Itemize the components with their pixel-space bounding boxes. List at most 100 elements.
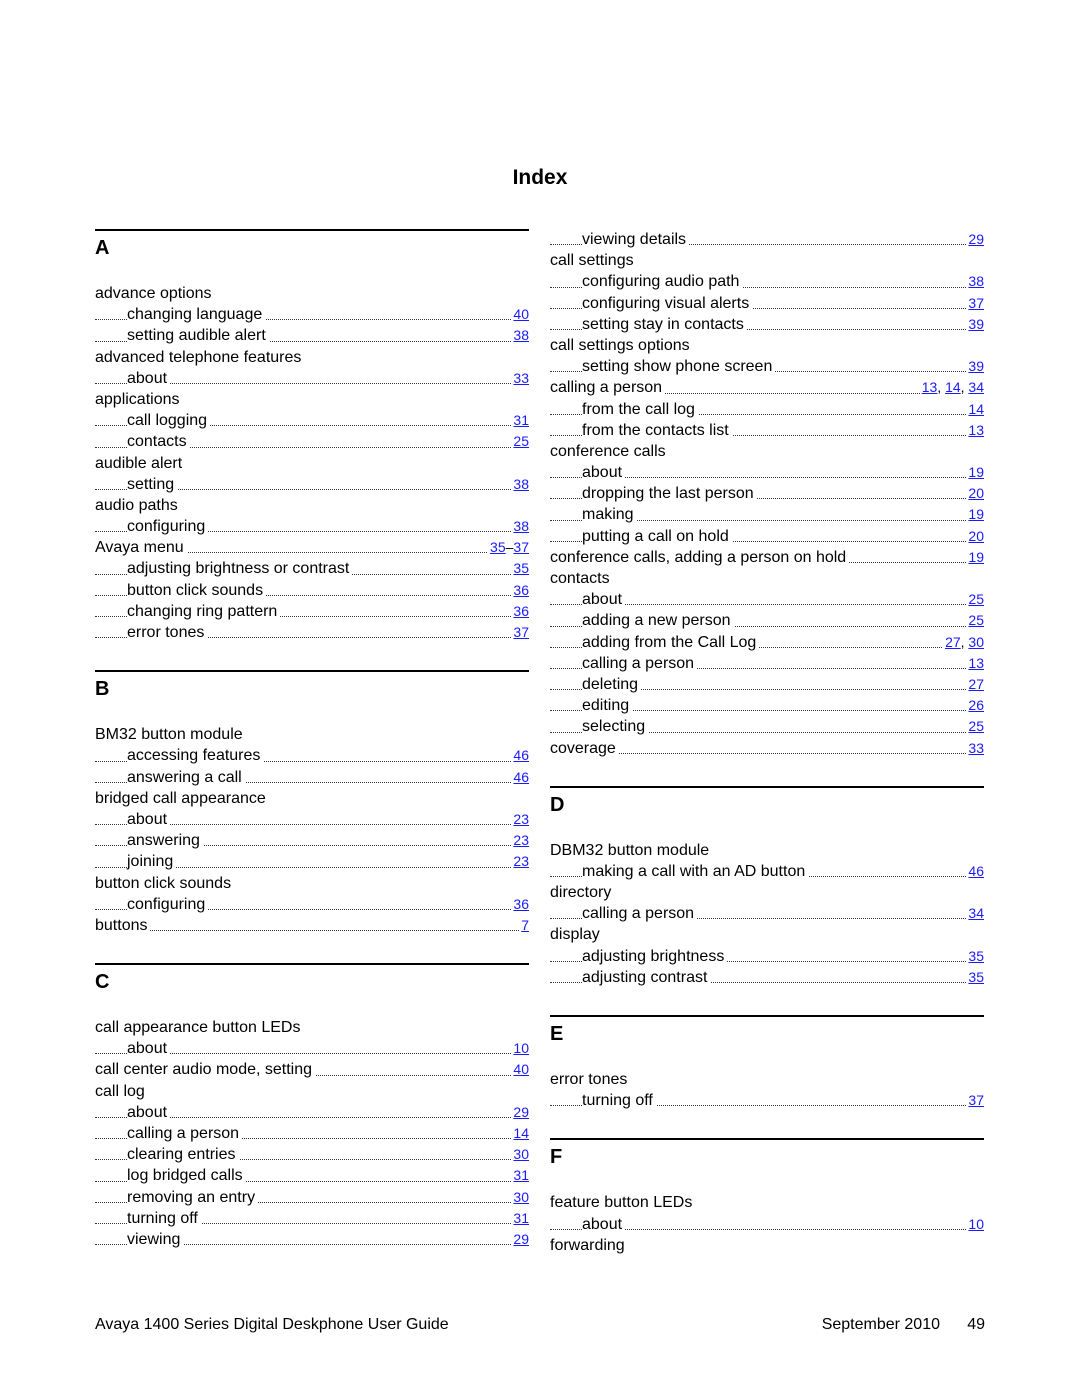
- index-section-c: Ccall appearance button LEDs about 10 call …: [95, 936, 529, 1250]
- page-link[interactable]: 20: [968, 528, 984, 544]
- index-subentry: about 29: [95, 1101, 529, 1123]
- page-link[interactable]: 35: [968, 969, 984, 985]
- page-link[interactable]: 37: [968, 1092, 984, 1108]
- index-subentry: joining 23: [95, 851, 529, 873]
- page-link[interactable]: 40: [513, 1061, 529, 1077]
- section-divider: [550, 1138, 984, 1141]
- page-link[interactable]: 31: [513, 1167, 529, 1183]
- entry-label: changing ring pattern: [127, 602, 281, 620]
- page-refs: 23: [511, 830, 529, 852]
- page-refs: 40: [511, 1059, 529, 1081]
- index-subentry: deleting 27: [550, 673, 984, 695]
- page-link[interactable]: 34: [968, 905, 984, 921]
- page-link[interactable]: 30: [513, 1189, 529, 1205]
- entry-label: about: [127, 1040, 171, 1058]
- page-link[interactable]: 40: [513, 306, 529, 322]
- page-link[interactable]: 31: [513, 412, 529, 428]
- page-link[interactable]: 39: [968, 316, 984, 332]
- page-link[interactable]: 14: [513, 1125, 529, 1141]
- entry-label: contacts: [127, 433, 190, 451]
- page-link[interactable]: 39: [968, 358, 984, 374]
- page-link[interactable]: 29: [968, 231, 984, 247]
- page-link[interactable]: 23: [513, 853, 529, 869]
- page-link[interactable]: 36: [513, 603, 529, 619]
- page-link[interactable]: 13: [968, 422, 984, 438]
- entry-label: conference calls: [550, 442, 669, 460]
- page-link[interactable]: 23: [513, 811, 529, 827]
- page-link[interactable]: 19: [968, 506, 984, 522]
- entry-label: from the call log: [582, 400, 698, 418]
- index-subentry: configuring visual alerts 37: [550, 292, 984, 314]
- page-link[interactable]: 7: [521, 917, 529, 933]
- page-refs: 26: [966, 695, 984, 717]
- page-link[interactable]: 25: [968, 612, 984, 628]
- page-link[interactable]: 10: [968, 1216, 984, 1232]
- page-link[interactable]: 31: [513, 1210, 529, 1226]
- page-link[interactable]: 20: [968, 485, 984, 501]
- page-link[interactable]: 38: [968, 273, 984, 289]
- page-link[interactable]: 38: [513, 518, 529, 534]
- page-link[interactable]: 26: [968, 697, 984, 713]
- index-entry: calling a person 13, 14, 34: [550, 377, 984, 399]
- index-subentry: answering 23: [95, 830, 529, 852]
- index-entry: forwarding: [550, 1235, 984, 1256]
- page-link[interactable]: 30: [968, 634, 984, 650]
- page-link[interactable]: 36: [513, 896, 529, 912]
- entry-label: error tones: [550, 1071, 631, 1088]
- page-link[interactable]: 29: [513, 1104, 529, 1120]
- page-link[interactable]: 37: [513, 539, 529, 555]
- page-link[interactable]: 25: [513, 433, 529, 449]
- entry-label: viewing: [127, 1230, 184, 1248]
- page-link[interactable]: 35: [490, 539, 506, 555]
- page-link[interactable]: 19: [968, 464, 984, 480]
- entry-label: adjusting brightness or contrast: [127, 560, 353, 578]
- page-link[interactable]: 25: [968, 718, 984, 734]
- dot-leader: [95, 930, 529, 932]
- page-link[interactable]: 34: [968, 379, 984, 395]
- page-link[interactable]: 35: [513, 560, 529, 576]
- page-refs: 20: [966, 525, 984, 547]
- page-link[interactable]: 38: [513, 476, 529, 492]
- page-refs: 14: [966, 398, 984, 420]
- entry-label: calling a person: [582, 654, 698, 672]
- section-divider: [550, 1015, 984, 1017]
- page-refs: 46: [511, 766, 529, 788]
- page-link[interactable]: 10: [513, 1040, 529, 1056]
- index-subentry: making 19: [550, 504, 984, 526]
- page-link[interactable]: 29: [513, 1231, 529, 1247]
- page-link[interactable]: 27: [945, 634, 961, 650]
- page-link[interactable]: 13: [968, 655, 984, 671]
- page-link[interactable]: 23: [513, 832, 529, 848]
- page-link[interactable]: 30: [513, 1146, 529, 1162]
- index-entry: error tones: [550, 1069, 984, 1090]
- page-link[interactable]: 46: [513, 769, 529, 785]
- page-link[interactable]: 13: [922, 379, 938, 395]
- page-link[interactable]: 14: [945, 379, 961, 395]
- index-subentry: viewing 29: [95, 1228, 529, 1250]
- page-link[interactable]: 33: [968, 740, 984, 756]
- page-link[interactable]: 46: [513, 747, 529, 763]
- page-link[interactable]: 35: [968, 948, 984, 964]
- page-link[interactable]: 19: [968, 549, 984, 565]
- index-subentry: contacts 25: [95, 431, 529, 453]
- page-refs: 25: [511, 431, 529, 453]
- entry-label: setting stay in contacts: [582, 315, 747, 333]
- page-link[interactable]: 37: [968, 295, 984, 311]
- page-link[interactable]: 38: [513, 327, 529, 343]
- index-section-a: Aadvance options changing language 40 setti…: [95, 229, 529, 643]
- page-refs: 19: [966, 504, 984, 526]
- entry-label: accessing features: [127, 747, 264, 765]
- index-entry: advance options: [95, 283, 529, 304]
- page-link[interactable]: 37: [513, 624, 529, 640]
- page-link[interactable]: 46: [968, 863, 984, 879]
- page-link[interactable]: 25: [968, 591, 984, 607]
- entry-label: setting audible alert: [127, 327, 269, 345]
- page-refs: 19: [966, 462, 984, 484]
- page-link[interactable]: 36: [513, 582, 529, 598]
- entry-label: forwarding: [550, 1236, 628, 1254]
- entry-label: feature button LEDs: [550, 1194, 696, 1212]
- page-link[interactable]: 33: [513, 370, 529, 386]
- page-link[interactable]: 27: [968, 676, 984, 692]
- page-link[interactable]: 14: [968, 401, 984, 417]
